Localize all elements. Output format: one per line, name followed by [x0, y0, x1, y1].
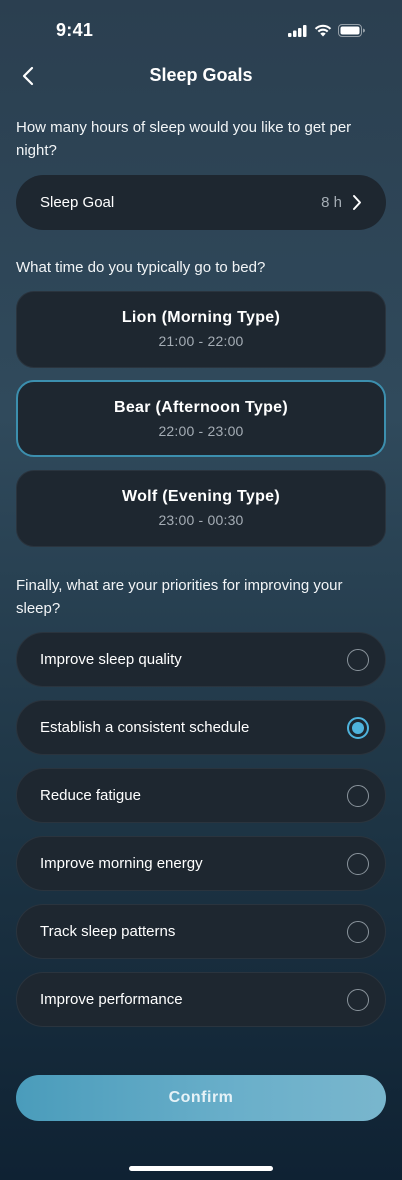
bedtime-option-wolf[interactable]: Wolf (Evening Type) 23:00 - 00:30 [16, 470, 386, 547]
bedtime-option-name: Wolf (Evening Type) [122, 488, 280, 505]
radio-button-selected[interactable] [347, 716, 369, 739]
priorities-question: Finally, what are your priorities for im… [16, 577, 343, 617]
radio-button[interactable] [347, 784, 369, 807]
radio-button[interactable] [347, 988, 369, 1011]
bedtime-option-time: 23:00 - 00:30 [158, 512, 244, 528]
priority-label: Track sleep patterns [40, 923, 176, 940]
priority-label: Establish a consistent schedule [40, 719, 250, 736]
page-title: Sleep Goals [149, 65, 253, 85]
sleep-goal-row[interactable]: Sleep Goal 8 h [16, 175, 386, 230]
battery-icon [338, 24, 366, 42]
priority-option[interactable]: Reduce fatigue [16, 768, 386, 823]
priority-label: Reduce fatigue [40, 787, 141, 804]
priority-label: Improve performance [40, 991, 183, 1008]
priority-option[interactable]: Improve morning energy [16, 836, 386, 891]
priority-label: Improve sleep quality [40, 651, 182, 668]
bedtime-question: What time do you typically go to bed? [16, 259, 266, 276]
chevron-right-icon [353, 195, 361, 210]
sleep-goal-label: Sleep Goal [40, 194, 115, 211]
home-indicator [129, 1166, 273, 1171]
bedtime-option-bear[interactable]: Bear (Afternoon Type) 22:00 - 23:00 [16, 380, 386, 457]
nav-bar: Sleep Goals [0, 56, 402, 96]
status-time: 9:41 [56, 20, 94, 40]
priority-label: Improve morning energy [40, 855, 203, 872]
status-bar: 9:41 [0, 0, 402, 62]
radio-button[interactable] [347, 852, 369, 875]
status-icons [288, 24, 366, 42]
bedtime-option-lion[interactable]: Lion (Morning Type) 21:00 - 22:00 [16, 291, 386, 368]
sleep-goal-value: 8 h [321, 194, 342, 211]
priority-option[interactable]: Track sleep patterns [16, 904, 386, 959]
radio-button[interactable] [347, 648, 369, 671]
bedtime-option-time: 21:00 - 22:00 [158, 333, 244, 349]
wifi-icon [314, 24, 332, 42]
priority-option[interactable]: Improve sleep quality [16, 632, 386, 687]
bedtime-option-time: 22:00 - 23:00 [158, 423, 244, 439]
bedtime-option-name: Bear (Afternoon Type) [113, 399, 288, 416]
priority-option[interactable]: Establish a consistent schedule [16, 700, 386, 755]
bedtime-option-name: Lion (Morning Type) [121, 309, 281, 326]
radio-button[interactable] [347, 920, 369, 943]
priority-option[interactable]: Improve performance [16, 972, 386, 1027]
confirm-button[interactable]: Confirm [16, 1075, 386, 1121]
sleep-goal-question: How many hours of sleep would you like t… [16, 119, 352, 159]
cellular-signal-icon [288, 24, 308, 42]
